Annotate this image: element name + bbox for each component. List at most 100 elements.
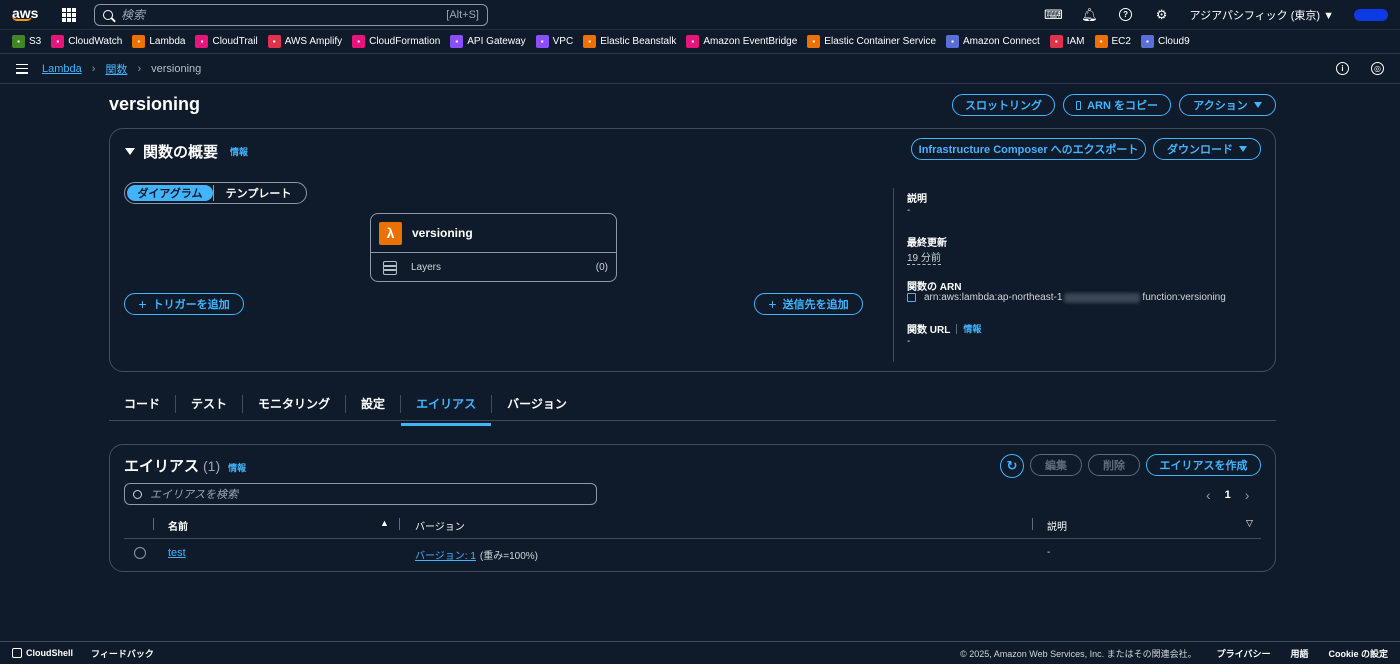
favorite-api-gateway[interactable]: ▪ API Gateway: [450, 35, 526, 48]
throttle-button[interactable]: スロットリング: [952, 94, 1055, 116]
favorite-amplify[interactable]: ▪ AWS Amplify: [267, 35, 342, 48]
tab-1[interactable]: テスト: [176, 395, 244, 413]
aliases-count: (1): [203, 458, 221, 474]
footer-cloudshell[interactable]: CloudShell: [26, 648, 73, 658]
refresh-button[interactable]: ↻: [1000, 454, 1024, 478]
create-alias-button[interactable]: エイリアスを作成: [1146, 454, 1261, 476]
layers-count: (0): [595, 262, 608, 273]
favorite-ecs[interactable]: ▪ Elastic Container Service: [807, 35, 936, 48]
function-node[interactable]: λ versioning Layers (0): [370, 213, 617, 282]
redacted-account-id: [1064, 292, 1141, 303]
settings-circle-icon[interactable]: ◎: [1371, 62, 1384, 75]
aliases-info-link[interactable]: 情報: [228, 461, 246, 474]
diagram-toggle[interactable]: ダイアグラム: [127, 185, 213, 201]
download-dropdown[interactable]: ダウンロード: [1153, 138, 1261, 160]
cloudtrail-icon: ▪: [195, 35, 209, 48]
bell-icon[interactable]: 🔔︎: [1081, 7, 1098, 23]
pagination: ‹ 1 ›: [1206, 487, 1249, 503]
menu-icon[interactable]: [16, 63, 28, 74]
alias-version-link[interactable]: バージョン: 1: [415, 547, 476, 562]
alias-search-placeholder: エイリアスを検索: [150, 489, 238, 501]
aws-logo[interactable]: aws: [12, 6, 40, 21]
tab-4[interactable]: エイリアス: [401, 395, 493, 426]
favorite-cloudtrail[interactable]: ▪ CloudTrail: [195, 35, 258, 48]
favorite-s3[interactable]: ▪ S3: [12, 35, 41, 48]
favorite-ec2[interactable]: ▪ EC2: [1094, 35, 1131, 48]
page-number[interactable]: 1: [1225, 489, 1231, 501]
alias-name-link[interactable]: test: [168, 547, 186, 559]
cloudformation-icon: ▪: [352, 35, 366, 48]
favorite-vpc[interactable]: ▪ VPC: [535, 35, 573, 48]
copy-arn-button[interactable]: ARN をコピー: [1063, 94, 1171, 116]
eventbridge-icon: ▪: [686, 35, 700, 48]
favorite-cloudformation[interactable]: ▪ CloudFormation: [352, 35, 440, 48]
overview-info-link[interactable]: 情報: [230, 145, 248, 158]
copy-icon[interactable]: [907, 293, 916, 302]
favorite-eventbridge[interactable]: ▪ Amazon EventBridge: [686, 35, 797, 48]
chevron-right-icon[interactable]: ›: [1245, 487, 1250, 503]
view-toggle: ダイアグラム テンプレート: [124, 182, 307, 204]
export-composer-button[interactable]: Infrastructure Composer へのエクスポート: [911, 138, 1146, 160]
sort-icon[interactable]: ▽: [1246, 518, 1253, 529]
chevron-left-icon[interactable]: ‹: [1206, 487, 1211, 503]
last-modified-label: 最終更新: [907, 238, 947, 249]
footer-privacy[interactable]: プライバシー: [1217, 647, 1271, 660]
tab-5[interactable]: バージョン: [492, 395, 582, 413]
description-label: 説明: [907, 194, 927, 205]
copy-icon: [1076, 100, 1082, 110]
layers-row[interactable]: Layers (0): [371, 253, 616, 282]
favorite-iam[interactable]: ▪ IAM: [1049, 35, 1085, 48]
help-icon[interactable]: ?: [1118, 7, 1134, 23]
favorite-label: Amazon EventBridge: [703, 36, 798, 47]
column-divider: [399, 518, 400, 530]
add-trigger-button[interactable]: + トリガーを追加: [124, 293, 244, 315]
delete-button[interactable]: 削除: [1088, 454, 1140, 476]
region-selector[interactable]: アジアパシフィック (東京) ▼: [1190, 7, 1334, 23]
favorite-lambda[interactable]: ▪ Lambda: [132, 35, 185, 48]
favorite-cloudwatch[interactable]: ▪ CloudWatch: [51, 35, 122, 48]
footer-terms[interactable]: 用語: [1290, 647, 1308, 660]
column-header-version[interactable]: バージョン: [415, 518, 465, 533]
refresh-icon: ↻: [1006, 458, 1018, 473]
add-destination-button[interactable]: + 送信先を追加: [754, 293, 863, 315]
favorite-label: Lambda: [149, 36, 186, 47]
breadcrumb-lambda[interactable]: Lambda: [42, 63, 82, 75]
tab-2[interactable]: モニタリング: [243, 395, 347, 413]
function-tabs: コード テスト モニタリング 設定 エイリアス バージョン: [109, 388, 1276, 426]
overview-heading: 関数の概要: [143, 144, 219, 161]
alias-search-input[interactable]: エイリアスを検索: [124, 483, 597, 505]
favorite-label: Elastic Container Service: [824, 36, 937, 47]
column-header-name[interactable]: 名前: [168, 518, 188, 533]
account-menu[interactable]: [1354, 8, 1388, 21]
favorite-label: Amazon Connect: [963, 36, 1040, 47]
global-search-input[interactable]: 検索 [Alt+S]: [94, 3, 488, 26]
sort-ascending-icon[interactable]: ▲: [380, 518, 389, 528]
tab-3[interactable]: 設定: [346, 395, 402, 413]
footer-cookie[interactable]: Cookie の設定: [1328, 647, 1388, 660]
cloudshell-icon[interactable]: ⌨: [1044, 7, 1063, 23]
actions-dropdown[interactable]: アクション: [1179, 94, 1276, 116]
chevron-right-icon: ›: [91, 62, 96, 75]
row-select-radio[interactable]: [134, 547, 146, 559]
favorite-beanstalk[interactable]: ▪ Elastic Beanstalk: [583, 35, 676, 48]
function-url-info-link[interactable]: 情報: [963, 322, 981, 335]
tab-0[interactable]: コード: [109, 395, 177, 413]
caret-down-icon: [1253, 102, 1262, 108]
column-header-description[interactable]: 説明: [1047, 518, 1067, 533]
chevron-right-icon: ›: [137, 62, 142, 75]
favorite-connect[interactable]: ▪ Amazon Connect: [946, 35, 1040, 48]
description-value: -: [907, 205, 911, 216]
gear-icon[interactable]: ⚙: [1154, 7, 1170, 23]
edit-button[interactable]: 編集: [1030, 454, 1082, 476]
breadcrumb-current: versioning: [151, 62, 202, 75]
info-icon[interactable]: i: [1336, 62, 1349, 75]
footer-feedback[interactable]: フィードバック: [91, 647, 154, 660]
template-toggle[interactable]: テンプレート: [213, 185, 303, 201]
favorite-label: CloudFormation: [369, 36, 441, 47]
favorite-cloud9[interactable]: ▪ Cloud9: [1140, 35, 1190, 48]
caret-down-icon: [125, 148, 135, 155]
breadcrumb-functions[interactable]: 関数: [105, 61, 127, 77]
overview-header[interactable]: 関数の概要 情報: [125, 141, 248, 162]
services-grid-icon[interactable]: [62, 7, 76, 22]
plus-icon: +: [768, 296, 777, 312]
